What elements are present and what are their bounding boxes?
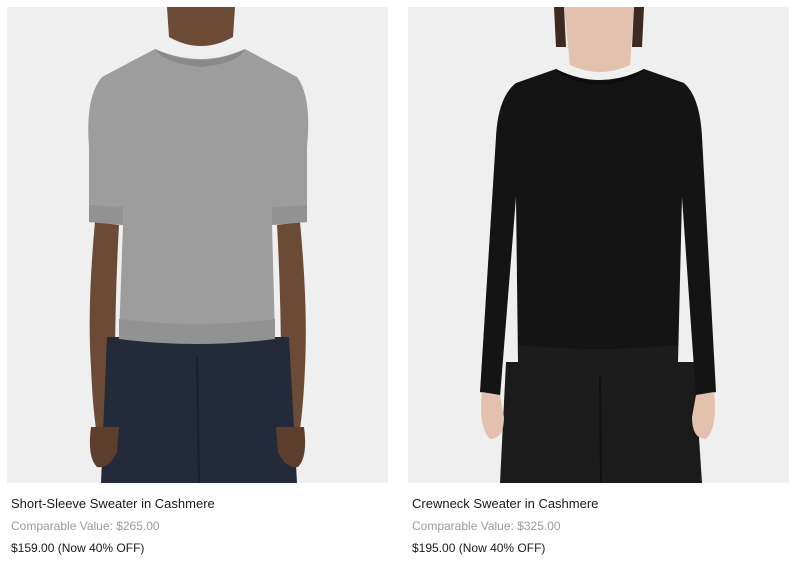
product-title[interactable]: Crewneck Sweater in Cashmere <box>412 496 785 512</box>
price-value: $195.00 <box>412 541 456 555</box>
discount-text: (Now 40% OFF) <box>57 541 145 555</box>
price-value: $159.00 <box>11 541 55 555</box>
comparable-label: Comparable Value: <box>412 519 514 533</box>
discount-text: (Now 40% OFF) <box>458 541 546 555</box>
product-photo-grey-sweater <box>7 7 388 483</box>
product-photo-black-sweater <box>408 7 789 483</box>
comparable-value: Comparable Value: $325.00 <box>412 518 785 534</box>
sale-price: $159.00 (Now 40% OFF) <box>11 540 384 556</box>
product-image[interactable] <box>7 7 388 483</box>
product-image[interactable] <box>408 7 789 483</box>
sale-price: $195.00 (Now 40% OFF) <box>412 540 785 556</box>
comparable-label: Comparable Value: <box>11 519 113 533</box>
comparable-value: Comparable Value: $265.00 <box>11 518 384 534</box>
comparable-price: $265.00 <box>116 519 160 533</box>
product-title[interactable]: Short-Sleeve Sweater in Cashmere <box>11 496 384 512</box>
product-card[interactable]: Short-Sleeve Sweater in Cashmere Compara… <box>7 7 388 556</box>
comparable-price: $325.00 <box>517 519 561 533</box>
product-card[interactable]: Crewneck Sweater in Cashmere Comparable … <box>408 7 789 556</box>
